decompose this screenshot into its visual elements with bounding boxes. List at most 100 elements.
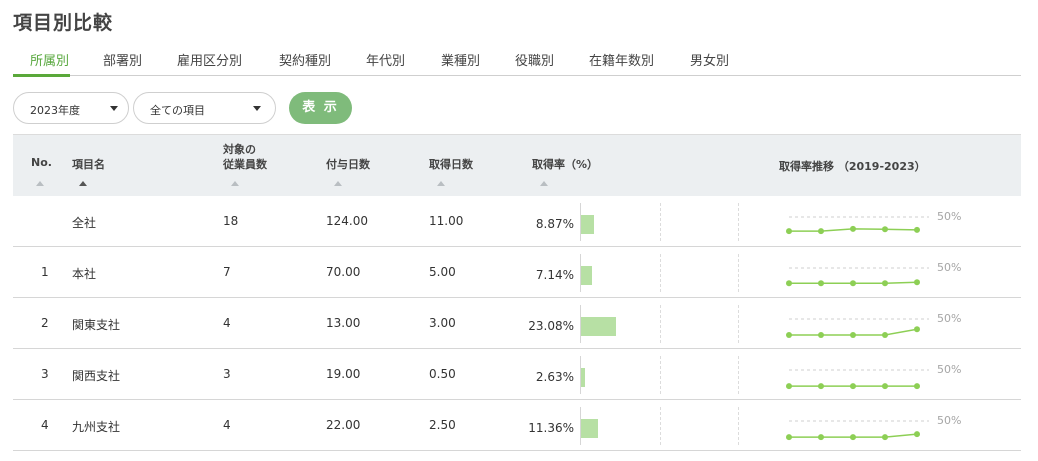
- trend-point: [818, 434, 824, 441]
- row-take-rate-label: 23.08%: [528, 319, 574, 333]
- year-select[interactable]: 2023年度: [13, 92, 129, 124]
- row-item-name: 全社: [72, 216, 97, 230]
- gridline: [660, 203, 661, 241]
- header-taken-days: 取得日数: [429, 158, 473, 171]
- sort-icon[interactable]: [437, 181, 445, 186]
- show-button[interactable]: 表 示: [289, 92, 352, 124]
- trend-point: [786, 383, 792, 390]
- row-item-name: 本社: [72, 267, 97, 281]
- gridline: [738, 407, 739, 445]
- tab-bar: 所属別 部署別 雇用区分別 契約種別 年代別 業種別 役職別 在籍年数別 男女別: [13, 44, 1021, 77]
- trend-point: [850, 225, 856, 232]
- tab-contract-type[interactable]: 契約種別: [279, 50, 331, 69]
- trend-point: [914, 326, 920, 333]
- chevron-down-icon: [110, 106, 118, 111]
- active-tab-indicator: [13, 74, 70, 77]
- row-employee-count: 18: [223, 214, 239, 228]
- row-taken-days: 0.50: [429, 367, 456, 381]
- row-taken-days: 11.00: [429, 214, 464, 228]
- rate-bar: [581, 419, 599, 438]
- sort-icon[interactable]: [36, 181, 44, 186]
- table-header: No. 項目名 対象の 従業員数 付与日数 取得日数 取得率（%） 取得率推移 …: [13, 134, 1021, 196]
- row-item-name: 関東支社: [72, 318, 121, 332]
- rate-trend-sparkline: [786, 420, 929, 441]
- trend-point: [818, 280, 824, 287]
- row-granted-days: 70.00: [326, 265, 361, 279]
- rate-trend-sparkline: [786, 318, 929, 338]
- rate-trend-sparkline: [786, 267, 929, 287]
- row-employee-count: 7: [223, 265, 231, 279]
- tab-employment-type[interactable]: 雇用区分別: [177, 50, 242, 69]
- trend-point: [818, 331, 824, 338]
- trend-point: [850, 331, 856, 338]
- row-number: 2: [41, 316, 49, 330]
- row-granted-days: 124.00: [326, 214, 368, 228]
- trend-point: [882, 226, 888, 233]
- row-item-name: 九州支社: [72, 420, 121, 434]
- trend-point: [914, 383, 920, 390]
- table-row: 2 関東支社 4 13.00 3.00 23.08% 50%: [13, 298, 1021, 349]
- rate-bar: [581, 317, 616, 336]
- trend-point: [882, 280, 888, 287]
- item-select-value: 全ての項目: [150, 104, 205, 117]
- gridline: [738, 254, 739, 292]
- gridline: [738, 203, 739, 241]
- row-employee-count: 3: [223, 367, 231, 381]
- rate-bar: [581, 215, 595, 234]
- rate-bar: [581, 368, 585, 387]
- sort-icon[interactable]: [334, 181, 342, 186]
- rate-trend-sparkline: [786, 369, 929, 390]
- trend-point: [786, 331, 792, 338]
- trend-reference-label: 50%: [937, 312, 962, 325]
- trend-reference-label: 50%: [937, 363, 962, 376]
- chevron-down-icon: [253, 106, 261, 111]
- gridline: [660, 356, 661, 394]
- tab-tenure[interactable]: 在籍年数別: [589, 50, 654, 69]
- trend-point: [914, 431, 920, 438]
- row-number: 1: [41, 265, 49, 279]
- trend-reference-label: 50%: [937, 414, 962, 427]
- row-employee-count: 4: [223, 418, 231, 432]
- tab-industry[interactable]: 業種別: [441, 50, 480, 69]
- trend-point: [914, 226, 920, 233]
- header-no: No.: [31, 156, 52, 169]
- trend-point: [850, 383, 856, 390]
- table-row: 3 関西支社 3 19.00 0.50 2.63% 50%: [13, 349, 1021, 400]
- trend-reference-label: 50%: [937, 210, 962, 223]
- item-select[interactable]: 全ての項目: [133, 92, 276, 124]
- rate-trend-sparkline: [786, 216, 929, 235]
- header-item-name: 項目名: [72, 158, 105, 171]
- tab-gender[interactable]: 男女別: [690, 50, 729, 69]
- trend-point: [914, 279, 920, 286]
- sort-icon[interactable]: [540, 181, 548, 186]
- trend-point: [818, 228, 824, 235]
- trend-point: [882, 434, 888, 441]
- header-take-rate: 取得率（%）: [532, 158, 599, 171]
- sort-icon[interactable]: [231, 181, 239, 186]
- tab-affiliation[interactable]: 所属別: [30, 50, 69, 69]
- tab-age-group[interactable]: 年代別: [366, 50, 405, 69]
- row-take-rate-label: 8.87%: [535, 217, 574, 231]
- trend-point: [786, 280, 792, 287]
- table-row: 1 本社 7 70.00 5.00 7.14% 50%: [13, 247, 1021, 298]
- header-rate-trend: 取得率推移 （2019-2023）: [779, 160, 926, 173]
- trend-point: [786, 228, 792, 235]
- row-taken-days: 5.00: [429, 265, 456, 279]
- rate-bar: [581, 266, 592, 285]
- sort-icon[interactable]: [79, 181, 87, 186]
- header-granted-days: 付与日数: [326, 158, 370, 171]
- gridline: [738, 305, 739, 343]
- row-take-rate-label: 7.14%: [535, 268, 574, 282]
- gridline: [660, 407, 661, 445]
- row-granted-days: 19.00: [326, 367, 361, 381]
- trend-point: [882, 331, 888, 338]
- tab-department[interactable]: 部署別: [103, 50, 142, 69]
- gridline: [660, 305, 661, 343]
- tab-position[interactable]: 役職別: [515, 50, 554, 69]
- row-taken-days: 2.50: [429, 418, 456, 432]
- row-number: 4: [41, 418, 49, 432]
- row-number: 3: [41, 367, 49, 381]
- row-item-name: 関西支社: [72, 369, 121, 383]
- row-taken-days: 3.00: [429, 316, 456, 330]
- row-granted-days: 13.00: [326, 316, 361, 330]
